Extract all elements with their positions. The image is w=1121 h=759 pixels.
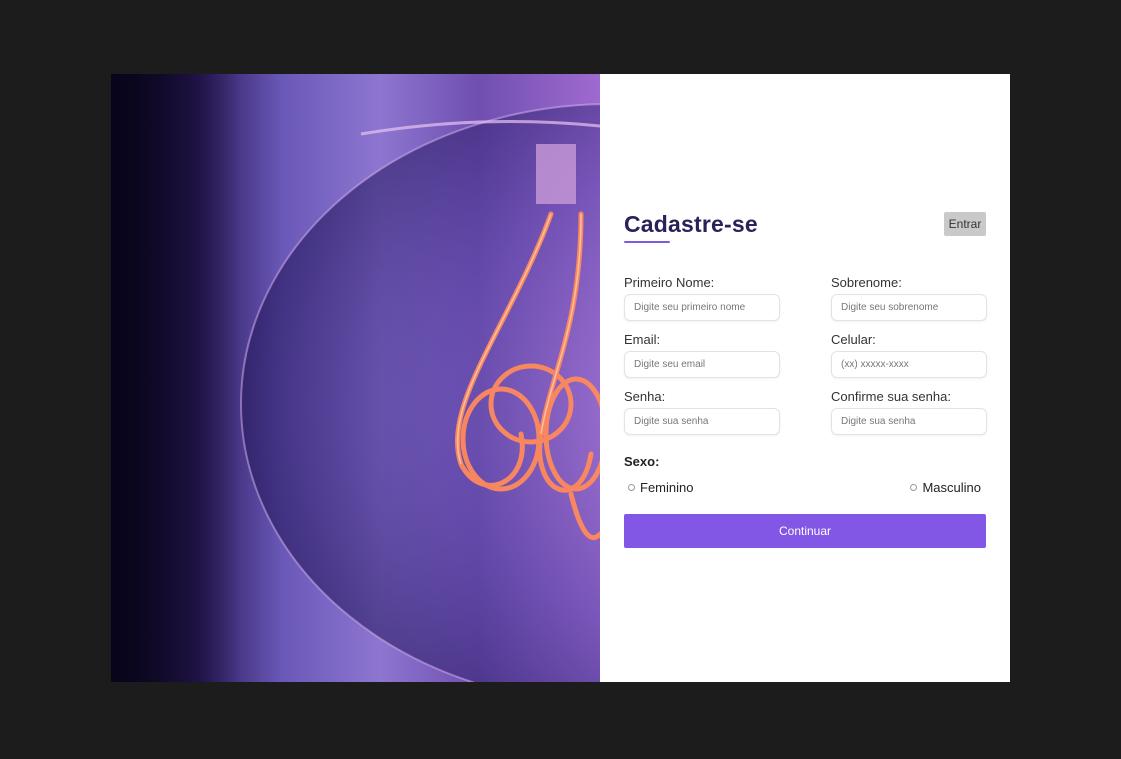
- phone-input[interactable]: [831, 351, 987, 378]
- phone-label: Celular:: [831, 332, 876, 347]
- gender-option-label: Masculino: [922, 479, 981, 495]
- continue-button[interactable]: Continuar: [624, 514, 986, 548]
- confirm-password-label: Confirme sua senha:: [831, 389, 951, 404]
- first-name-field-group: Primeiro Nome:: [624, 275, 780, 332]
- gender-option-male[interactable]: Masculino: [910, 480, 981, 495]
- email-input[interactable]: [624, 351, 780, 378]
- email-field-group: Email:: [624, 332, 780, 389]
- password-input[interactable]: [624, 408, 780, 435]
- radio-circle-icon[interactable]: [628, 483, 635, 491]
- page-title: Cadastre-se: [624, 210, 758, 243]
- confirm-password-input[interactable]: [831, 408, 987, 435]
- password-field-group: Senha:: [624, 389, 780, 446]
- last-name-label: Sobrenome:: [831, 275, 902, 290]
- email-label: Email:: [624, 332, 661, 347]
- first-name-label: Primeiro Nome:: [624, 275, 715, 290]
- light-bulb-illustration: [111, 74, 600, 682]
- gender-options: Feminino Masculino: [628, 479, 981, 495]
- signup-fields: Primeiro Nome: Sobrenome: Email: Celular…: [624, 275, 987, 446]
- confirm-password-field-group: Confirme sua senha:: [831, 389, 987, 446]
- first-name-input[interactable]: [624, 294, 780, 321]
- hero-image: [111, 74, 600, 682]
- gender-label: Sexo:: [624, 454, 660, 469]
- login-button[interactable]: Entrar: [944, 212, 986, 236]
- gender-option-female[interactable]: Feminino: [628, 480, 693, 495]
- signup-form-panel: Cadastre-se Entrar Primeiro Nome: Sobren…: [600, 74, 1010, 682]
- radio-circle-icon[interactable]: [910, 483, 918, 491]
- gender-option-label: Feminino: [640, 479, 694, 495]
- last-name-input[interactable]: [831, 294, 987, 321]
- last-name-field-group: Sobrenome:: [831, 275, 987, 332]
- form-header: Cadastre-se Entrar: [624, 209, 986, 243]
- signup-card: Cadastre-se Entrar Primeiro Nome: Sobren…: [111, 74, 1010, 682]
- phone-field-group: Celular:: [831, 332, 987, 389]
- password-label: Senha:: [624, 389, 666, 404]
